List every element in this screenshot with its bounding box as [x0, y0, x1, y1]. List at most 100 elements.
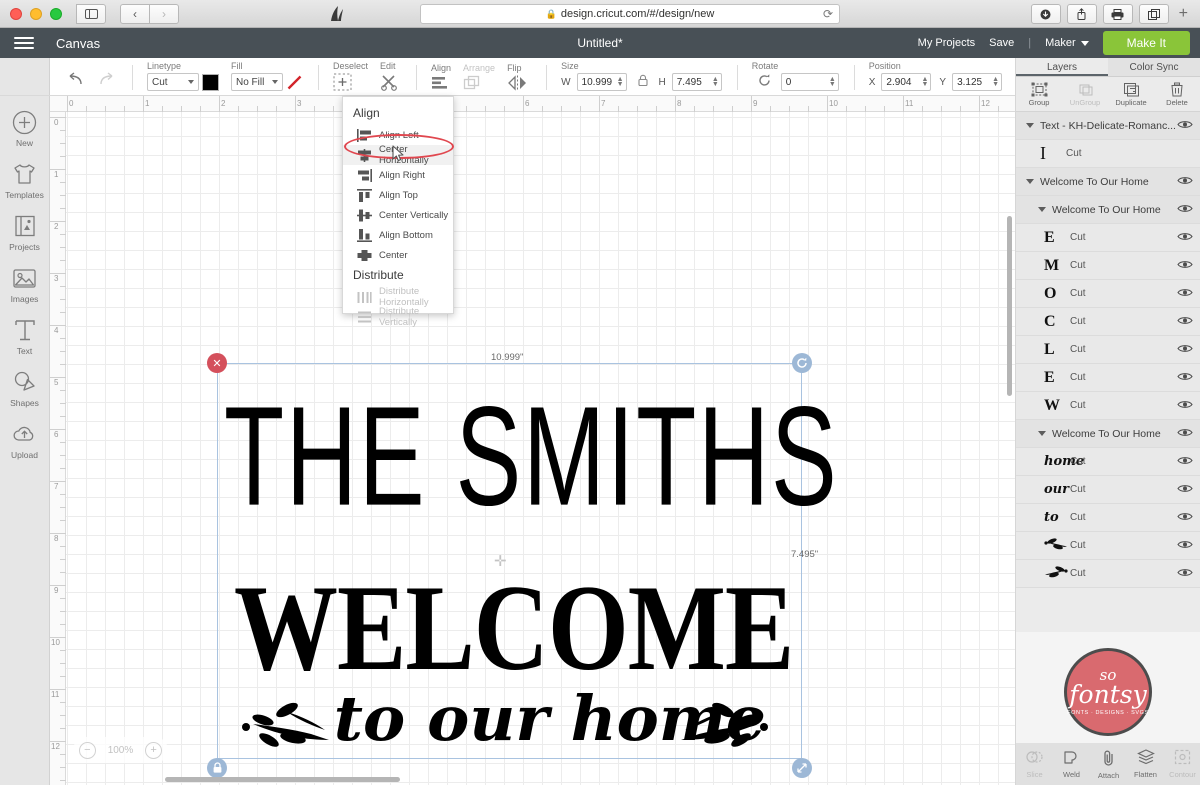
eye-visible-icon[interactable] [1177, 371, 1193, 385]
rotate-input[interactable]: 0 ▲ ▼ [780, 73, 839, 91]
print-icon[interactable] [1102, 4, 1133, 24]
chevron-down-icon[interactable] [1038, 431, 1046, 436]
width-input[interactable]: 10.999 ▲ ▼ [576, 73, 627, 91]
align-dropdown-menu[interactable]: Align Align Left Center Horizontally Align… [342, 96, 454, 328]
linetype-select[interactable]: Cut [147, 73, 199, 91]
layer-row[interactable]: Cut [1016, 560, 1200, 588]
weld-button[interactable]: Weld [1053, 743, 1090, 785]
edit-scissors-icon[interactable] [380, 73, 401, 91]
linetype-control[interactable]: Linetype Cut [141, 61, 225, 95]
no-fill-slash-icon[interactable] [286, 74, 303, 91]
eye-visible-icon[interactable] [1177, 175, 1193, 189]
redo-button[interactable] [91, 72, 123, 95]
x-input[interactable]: 2.904 ▲ ▼ [881, 73, 932, 91]
eye-visible-icon[interactable] [1177, 343, 1193, 357]
flip-control[interactable]: Flip [501, 63, 537, 95]
layer-row[interactable]: C Cut [1016, 308, 1200, 336]
sidebar-toggle-group[interactable] [76, 3, 106, 24]
sidebar-item-shapes[interactable]: Shapes [0, 362, 50, 414]
delete-button[interactable]: Delete [1154, 77, 1200, 111]
rotate-handle-icon[interactable] [792, 353, 812, 373]
delete-handle-icon[interactable]: ✕ [207, 353, 227, 373]
group-button[interactable]: Group [1016, 77, 1062, 111]
bottom-tools[interactable]: Slice Weld Attach Flatten Contour [1016, 743, 1200, 785]
eye-visible-icon[interactable] [1177, 511, 1193, 525]
linetype-color-swatch[interactable] [202, 73, 219, 91]
hamburger-menu-icon[interactable] [14, 34, 34, 52]
eye-visible-icon[interactable] [1177, 427, 1193, 441]
new-tab-button[interactable]: + [1175, 5, 1192, 23]
duplicate-button[interactable]: Duplicate [1108, 77, 1154, 111]
sidebar-item-projects[interactable]: Projects [0, 206, 50, 258]
align-icon[interactable] [431, 75, 451, 91]
eye-visible-icon[interactable] [1177, 539, 1193, 553]
tab-overview-icon[interactable] [1138, 4, 1169, 24]
eye-visible-icon[interactable] [1177, 315, 1193, 329]
layer-row[interactable]: home Cut [1016, 448, 1200, 476]
tab-color-sync[interactable]: Color Sync [1108, 58, 1200, 76]
height-stepper[interactable]: ▲ ▼ [712, 76, 719, 88]
layer-row[interactable]: M Cut [1016, 252, 1200, 280]
zoom-in-button[interactable]: + [145, 741, 163, 759]
layer-row[interactable]: to Cut [1016, 504, 1200, 532]
attach-button[interactable]: Attach [1090, 743, 1127, 785]
vertical-scrollbar[interactable] [1007, 216, 1012, 396]
sidebar-toggle-icon[interactable] [76, 3, 106, 24]
forward-button[interactable]: › [149, 3, 179, 24]
share-icon[interactable] [1066, 4, 1097, 24]
layer-group-row[interactable]: Welcome To Our Home [1016, 196, 1200, 224]
fill-control[interactable]: Fill No Fill [225, 61, 309, 95]
layer-row[interactable]: our Cut [1016, 476, 1200, 504]
close-window-button[interactable] [10, 7, 22, 20]
make-it-button[interactable]: Make It [1102, 31, 1190, 55]
address-bar[interactable]: 🔒 design.cricut.com/#/design/new ⟳ [420, 4, 840, 24]
my-projects-link[interactable]: My Projects [918, 37, 975, 49]
zoom-out-button[interactable]: − [78, 741, 96, 759]
align-menu-item-align-left[interactable]: Align Left [343, 125, 453, 145]
chevron-down-icon[interactable] [1038, 207, 1046, 212]
lock-handle-icon[interactable] [207, 758, 227, 778]
align-menu-item-align-right[interactable]: Align Right [343, 165, 453, 185]
eye-visible-icon[interactable] [1177, 287, 1193, 301]
resize-handle-icon[interactable] [792, 758, 812, 778]
height-input[interactable]: 7.495 ▲ ▼ [671, 73, 722, 91]
eye-visible-icon[interactable] [1177, 399, 1193, 413]
undo-button[interactable] [59, 72, 91, 95]
nav-buttons-group[interactable]: ‹ › [120, 3, 179, 24]
align-menu-item-align-bottom[interactable]: Align Bottom [343, 225, 453, 245]
fill-select[interactable]: No Fill [231, 73, 283, 91]
sidebar-item-upload[interactable]: Upload [0, 414, 50, 466]
save-button[interactable]: Save [989, 37, 1014, 49]
lock-aspect-icon[interactable] [630, 74, 656, 90]
layer-row[interactable]: O Cut [1016, 280, 1200, 308]
horizontal-scrollbar[interactable] [165, 777, 400, 782]
edit-control[interactable]: Edit [374, 61, 407, 95]
eye-visible-icon[interactable] [1177, 259, 1193, 273]
flatten-button[interactable]: Flatten [1127, 743, 1164, 785]
x-stepper[interactable]: ▲ ▼ [921, 76, 928, 88]
layer-row[interactable]: E Cut [1016, 364, 1200, 392]
layer-row[interactable]: Cut [1016, 532, 1200, 560]
align-menu-item-align-top[interactable]: Align Top [343, 185, 453, 205]
canvas-breadcrumb[interactable]: Canvas [56, 36, 100, 51]
chevron-down-icon[interactable] [1026, 179, 1034, 184]
layer-row[interactable]: I Cut [1016, 140, 1200, 168]
zoom-control[interactable]: − 100% + [73, 737, 168, 763]
align-menu-item-center[interactable]: Center [343, 245, 453, 265]
design-canvas[interactable]: 0123456789101112131415161718 01234567891… [50, 96, 1015, 785]
eye-visible-icon[interactable] [1177, 119, 1193, 133]
canvas-grid[interactable]: THE SMITHS WELCOME to our home ✛ 10.999"… [66, 112, 1015, 785]
align-control[interactable]: Align [425, 63, 457, 95]
layer-row[interactable]: E Cut [1016, 224, 1200, 252]
y-stepper[interactable]: ▲ ▼ [992, 76, 999, 88]
layer-row[interactable]: W Cut [1016, 392, 1200, 420]
reload-icon[interactable]: ⟳ [823, 7, 833, 21]
sidebar-item-images[interactable]: Images [0, 258, 50, 310]
back-button[interactable]: ‹ [120, 3, 150, 24]
deselect-icon[interactable] [333, 73, 352, 91]
layers-list[interactable]: Text - KH-Delicate-Romanc... I Cut Welcome … [1016, 112, 1200, 632]
flip-icon[interactable] [507, 75, 531, 91]
tab-layers[interactable]: Layers [1016, 58, 1108, 76]
width-stepper[interactable]: ▲ ▼ [617, 76, 624, 88]
machine-selector[interactable]: Maker [1045, 37, 1089, 49]
